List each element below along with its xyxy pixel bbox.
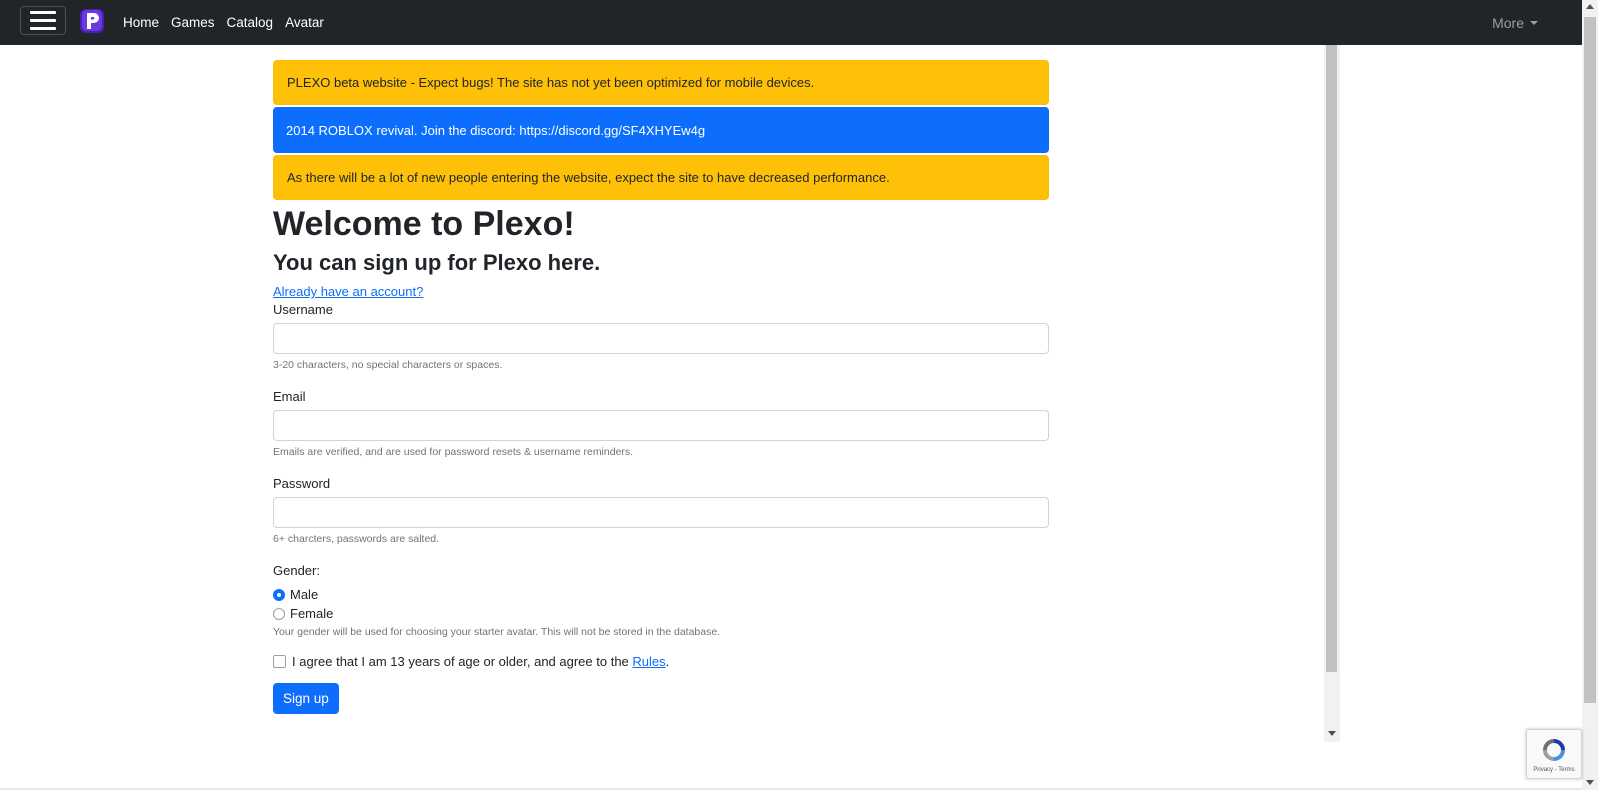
agree-suffix: . [665, 654, 670, 669]
agree-checkbox[interactable] [273, 655, 286, 668]
radio-male[interactable] [273, 588, 285, 601]
radio-label-male: Male [290, 587, 319, 602]
hamburger-icon-bar [30, 27, 56, 30]
radio-label-female: Female [290, 606, 334, 621]
login-link[interactable]: Already have an account? [273, 284, 1049, 299]
menu-toggle-button[interactable] [20, 6, 66, 35]
alert-performance: As there will be a lot of new people ent… [273, 155, 1049, 200]
alert-text: 2014 ROBLOX revival. Join the discord: h… [286, 122, 706, 138]
alert-text: As there will be a lot of new people ent… [287, 170, 890, 185]
recaptcha-icon [1543, 739, 1565, 761]
nav-link-avatar[interactable]: Avatar [285, 15, 324, 30]
more-label: More [1492, 14, 1524, 31]
gender-option-male[interactable]: Male [273, 585, 1049, 604]
page-scrollbar-thumb[interactable] [1584, 17, 1596, 703]
main-content: PLEXO beta website - Expect bugs! The si… [273, 60, 1049, 714]
hamburger-icon-bar [30, 19, 56, 22]
password-hint: 6+ charcters, passwords are salted. [273, 533, 440, 545]
nav-link-games[interactable]: Games [171, 15, 215, 30]
agree-row: I agree that I am 13 years of age or old… [273, 654, 1049, 669]
gender-option-female[interactable]: Female [273, 604, 1049, 623]
sign-up-button[interactable]: Sign up [273, 683, 339, 714]
username-hint: 3-20 characters, no special characters o… [273, 359, 503, 371]
right-panel [1340, 45, 1565, 742]
scroll-down-arrow-icon[interactable] [1328, 731, 1336, 736]
alert-beta: PLEXO beta website - Expect bugs! The si… [273, 60, 1049, 105]
scroll-down-arrow-icon[interactable] [1586, 780, 1594, 785]
username-label: Username [273, 302, 333, 317]
more-dropdown[interactable]: More [1492, 0, 1538, 45]
nav-link-catalog[interactable]: Catalog [227, 15, 274, 30]
top-navbar: Home Games Catalog Avatar More [0, 0, 1598, 45]
page-title: Welcome to Plexo! [273, 205, 575, 243]
recaptcha-badge[interactable]: Privacy - Terms [1526, 729, 1582, 779]
email-hint: Emails are verified, and are used for pa… [273, 446, 634, 458]
alert-text: PLEXO beta website - Expect bugs! The si… [287, 75, 815, 90]
nav-link-home[interactable]: Home [123, 15, 159, 30]
radio-female[interactable] [273, 607, 285, 620]
nav-links: Home Games Catalog Avatar [123, 0, 324, 45]
password-label: Password [273, 476, 331, 491]
hamburger-icon-bar [30, 11, 56, 14]
agree-text: I agree that I am 13 years of age or old… [292, 654, 669, 669]
caret-down-icon [1530, 20, 1538, 25]
rules-link[interactable]: Rules [632, 654, 665, 669]
username-input[interactable] [273, 323, 1049, 354]
gender-hint: Your gender will be used for choosing yo… [273, 626, 721, 638]
email-label: Email [273, 389, 306, 404]
page-subtitle: You can sign up for Plexo here. [273, 250, 601, 275]
agree-label: I agree that I am 13 years of age or old… [292, 654, 629, 669]
plexo-logo-icon[interactable] [79, 8, 105, 34]
gender-label: Gender: [273, 563, 320, 578]
password-input[interactable] [273, 497, 1049, 528]
alert-discord: 2014 ROBLOX revival. Join the discord: h… [273, 107, 1049, 153]
inner-scrollbar-thumb[interactable] [1326, 45, 1337, 672]
recaptcha-links[interactable]: Privacy - Terms [1533, 767, 1574, 773]
scroll-up-arrow-icon[interactable] [1586, 4, 1594, 9]
email-input[interactable] [273, 410, 1049, 441]
